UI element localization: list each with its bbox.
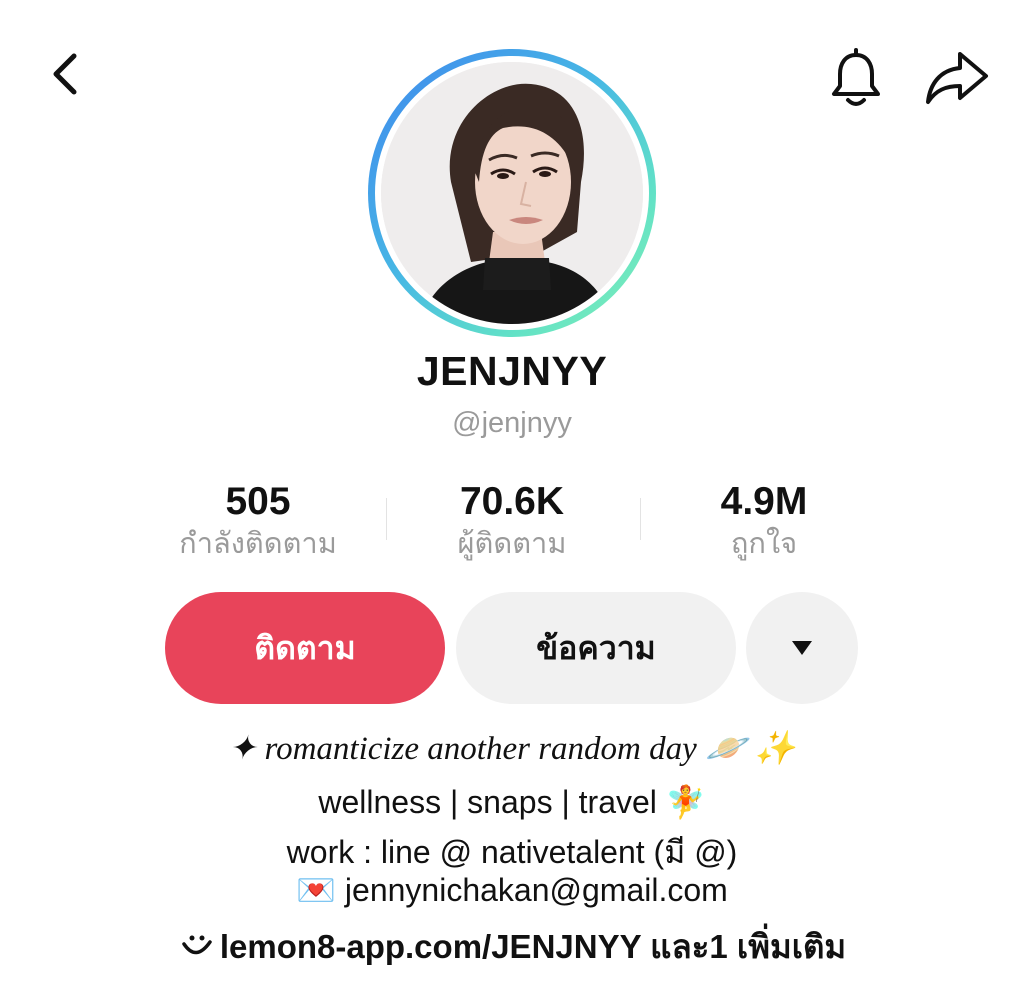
stat-likes-value: 4.9M (720, 480, 808, 523)
share-button[interactable] (922, 46, 992, 110)
avatar-photo (381, 62, 643, 324)
bell-icon (832, 48, 880, 106)
more-options-button[interactable] (746, 592, 858, 704)
stat-following[interactable]: 505 กำลังติดตาม (150, 478, 366, 562)
stat-likes[interactable]: 4.9M ถูกใจ (654, 478, 874, 562)
avatar[interactable] (381, 62, 643, 324)
stat-following-value: 505 (225, 480, 291, 523)
bio-link-text[interactable]: lemon8-app.com/JENJNYY และ1 เพิ่มเติม (220, 928, 846, 965)
stat-divider (386, 498, 387, 540)
stat-likes-label: ถูกใจ (730, 528, 798, 560)
profile-handle: @jenjnyy (452, 407, 572, 439)
follow-button[interactable]: ติดตาม (165, 592, 445, 704)
avatar-ring[interactable] (368, 49, 656, 337)
bio-line-tagline: ✦ romanticize another random day 🪐 ✨ (228, 731, 796, 767)
bio-link[interactable]: lemon8-app.com/JENJNYY และ1 เพิ่มเติม (0, 920, 1024, 973)
stat-followers-value: 70.6K (459, 480, 565, 523)
chevron-left-icon (53, 53, 77, 95)
profile-display-name: JENJNYY (416, 348, 608, 394)
stat-divider (640, 498, 641, 540)
caret-down-icon (792, 641, 812, 655)
stat-followers[interactable]: 70.6K ผู้ติดตาม (400, 478, 624, 562)
stat-followers-label: ผู้ติดตาม (457, 528, 567, 560)
stat-following-label: กำลังติดตาม (179, 528, 337, 560)
back-button[interactable] (40, 48, 92, 100)
share-arrow-icon (926, 52, 988, 104)
message-button[interactable]: ข้อความ (456, 592, 736, 704)
smile-link-icon (182, 935, 212, 955)
bio-line-email: 💌 jennynichakan@gmail.com (296, 872, 728, 908)
bio-line-interests: wellness | snaps | travel 🧚 (318, 784, 706, 820)
notification-button[interactable] (824, 46, 888, 110)
